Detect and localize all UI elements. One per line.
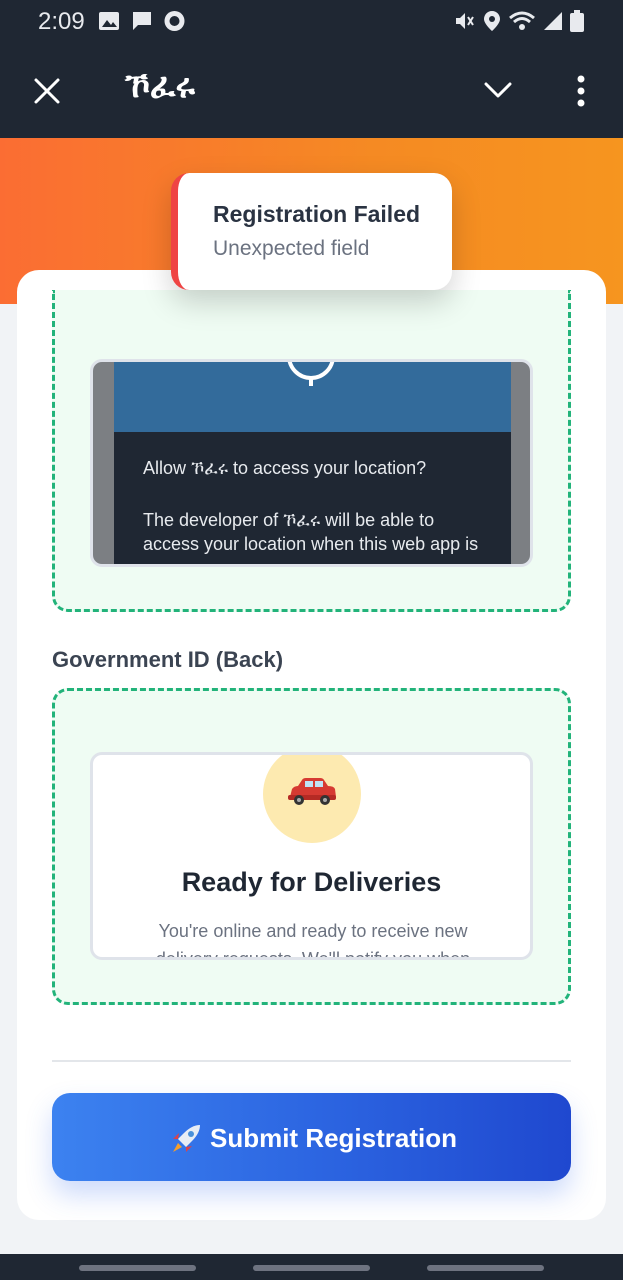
nav-home-handle[interactable] [253,1265,370,1271]
submit-label: Submit Registration [209,1123,457,1153]
mute-icon [456,13,474,29]
upload-preview-back: Ready for Deliveries You're online and r… [90,752,533,960]
app-bar: ኾፈሩ [0,44,623,138]
app-title: ኾፈሩ [125,66,195,106]
battery-icon [570,10,584,32]
status-time: 2:09 [38,8,85,35]
government-id-back-label: Government ID (Back) [52,647,284,672]
upload-preview-front: Allow ኾፈሩ to access your location? The d… [90,359,533,567]
location-pin-icon [287,362,335,386]
toast-title: Registration Failed [213,201,421,227]
toast-message: Unexpected field [213,237,370,260]
browser-icon [164,11,185,31]
more-options-icon[interactable] [574,74,588,108]
preview-front-line1: Allow ኾፈሩ to access your location? [143,458,427,478]
status-bar: 2:09 [0,0,623,44]
wifi-icon [509,11,535,30]
close-icon[interactable] [33,77,61,105]
divider [52,1060,571,1062]
nav-back-handle[interactable] [427,1265,544,1271]
preview-back-heading: Ready for Deliveries [181,867,442,897]
error-toast: Registration Failed Unexpected field [171,173,452,290]
signal-icon [544,12,562,30]
location-icon [484,11,500,31]
submit-registration-button[interactable]: Submit Registration [52,1093,571,1181]
message-icon [133,12,151,30]
preview-front-line2: The developer of ኾፈሩ will be able to acc… [143,510,479,564]
chevron-down-icon[interactable] [483,80,513,100]
nav-recents-handle[interactable] [79,1265,196,1271]
preview-back-subtext: You're online and ready to receive new d… [155,921,471,960]
system-nav-bar [0,1254,623,1280]
gallery-icon [99,12,119,30]
car-icon [288,778,336,805]
